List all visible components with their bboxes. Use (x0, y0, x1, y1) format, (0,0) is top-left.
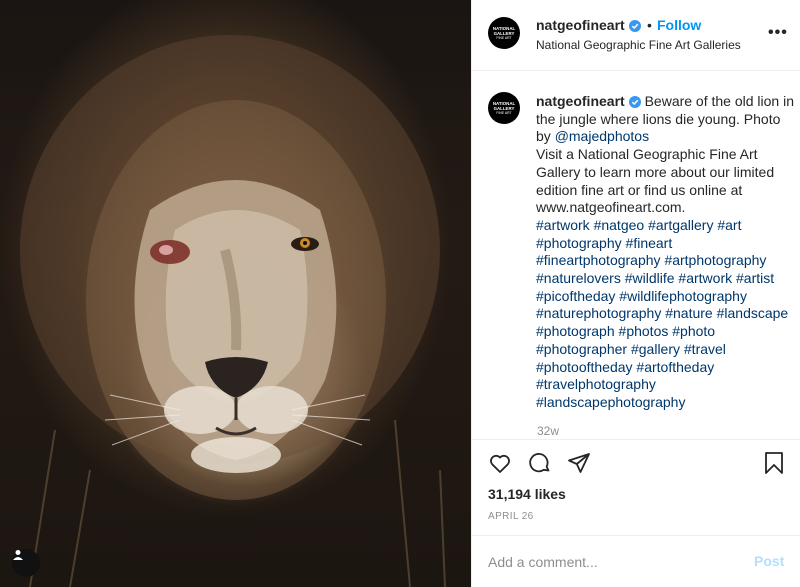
separator-dot: • (647, 17, 652, 33)
tagged-user-button[interactable] (12, 549, 40, 577)
hashtag-link[interactable]: #nature (665, 305, 712, 321)
header-username[interactable]: natgeofineart (536, 17, 625, 33)
comment-icon[interactable] (528, 451, 552, 475)
hashtag-link[interactable]: #artphotography (664, 252, 766, 268)
user-tag-icon (13, 550, 23, 560)
header-username-row: natgeofineart (536, 17, 641, 33)
post-header: NATIONAL GALLERY FINE ART natgeofineart … (472, 0, 800, 71)
hashtag-link[interactable]: #artwork (678, 270, 732, 286)
hashtag-link[interactable]: #travelphotography (536, 376, 656, 392)
hashtag-link[interactable]: #artgallery (648, 217, 713, 233)
follow-button[interactable]: Follow (657, 17, 701, 33)
hashtag-link[interactable]: #naturelovers (536, 270, 621, 286)
verified-badge-icon (628, 20, 641, 32)
post-actions-bar (472, 441, 800, 491)
share-icon[interactable] (567, 451, 591, 475)
hashtag-link[interactable]: #fineart (626, 235, 673, 251)
post-photo[interactable] (0, 0, 471, 587)
comments-section: NATIONAL GALLERY FINE ART natgeofineart … (472, 72, 800, 440)
likes-count[interactable]: 31,194 likes (488, 486, 566, 502)
caption-mention-link[interactable]: @majedphotos (555, 128, 649, 144)
hashtag-link[interactable]: #landscape (717, 305, 789, 321)
hashtag-link[interactable]: #wildlifephotography (619, 288, 747, 304)
heart-icon[interactable] (488, 451, 512, 475)
post-caption: natgeofineart Beware of the old lion in … (536, 93, 794, 412)
hashtag-link[interactable]: #artwork (536, 217, 590, 233)
hashtag-link[interactable]: #fineartphotography (536, 252, 661, 268)
hashtag-link[interactable]: #landscapephotography (536, 394, 685, 410)
comment-input[interactable] (488, 550, 738, 574)
hashtag-link[interactable]: #photography (536, 235, 622, 251)
hashtag-link[interactable]: #photooftheday (536, 359, 633, 375)
hashtag-link[interactable]: #artist (736, 270, 774, 286)
more-options-icon[interactable]: ••• (768, 24, 788, 42)
header-location[interactable]: National Geographic Fine Art Galleries (536, 38, 741, 52)
hashtag-link[interactable]: #photographer (536, 341, 627, 357)
hashtag-link[interactable]: #artoftheday (636, 359, 714, 375)
hashtag-link[interactable]: #travel (684, 341, 726, 357)
hashtag-link[interactable]: #naturephotography (536, 305, 661, 321)
post-side-panel: NATIONAL GALLERY FINE ART natgeofineart … (471, 0, 800, 587)
hashtag-link[interactable]: #gallery (631, 341, 680, 357)
avatar-logo-text: FINE ART (496, 35, 512, 40)
hashtag-link[interactable]: #picoftheday (536, 288, 615, 304)
post-time-ago[interactable]: 32w (537, 424, 559, 438)
avatar-logo-text: FINE ART (496, 110, 512, 115)
hashtag-link[interactable]: #photos (619, 323, 669, 339)
caption-text: Visit a National Geographic Fine Art Gal… (536, 146, 775, 216)
caption-hashtags: #artwork #natgeo #artgallery #art #photo… (536, 217, 788, 410)
post-comment-button[interactable]: Post (754, 553, 784, 569)
hashtag-link[interactable]: #art (717, 217, 741, 233)
caption-avatar[interactable]: NATIONAL GALLERY FINE ART (488, 92, 520, 124)
post-date[interactable]: APRIL 26 (488, 511, 534, 522)
profile-avatar[interactable]: NATIONAL GALLERY FINE ART (488, 17, 520, 49)
caption-username[interactable]: natgeofineart (536, 93, 625, 109)
lion-photo-illustration (20, 35, 446, 587)
hashtag-link[interactable]: #photo (672, 323, 715, 339)
hashtag-link[interactable]: #natgeo (594, 217, 645, 233)
add-comment-bar: Post (472, 535, 800, 587)
hashtag-link[interactable]: #photograph (536, 323, 615, 339)
hashtag-link[interactable]: #wildlife (625, 270, 675, 286)
bookmark-icon[interactable] (762, 451, 786, 475)
verified-badge-icon (628, 96, 641, 108)
